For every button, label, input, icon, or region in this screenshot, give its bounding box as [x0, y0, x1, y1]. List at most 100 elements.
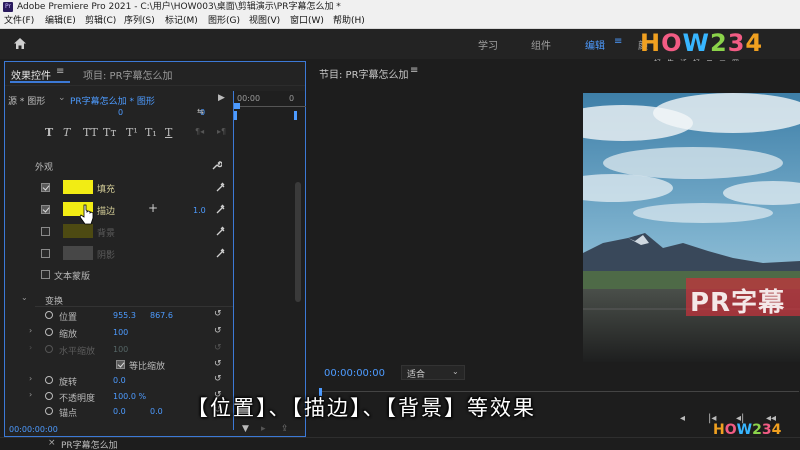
anchor-label: 锚点: [59, 409, 78, 419]
clip-label[interactable]: PR字幕怎么加 * 图形: [70, 94, 155, 107]
underline-button[interactable]: T: [165, 126, 172, 139]
chevron-down-icon[interactable]: ⌄: [21, 293, 28, 302]
background-color-swatch[interactable]: [63, 224, 93, 238]
eyedropper-icon[interactable]: [216, 248, 225, 258]
stopwatch-icon[interactable]: [45, 311, 53, 319]
fit-dropdown-value: 适合: [407, 370, 426, 380]
program-monitor-title[interactable]: 节目: PR字幕怎么加: [319, 66, 409, 81]
menu-view[interactable]: 视图(V): [249, 14, 280, 29]
window-title: Adobe Premiere Pro 2021 - C:\用户\HOW003\桌…: [17, 2, 341, 12]
video-frame[interactable]: PR字幕: [583, 93, 800, 362]
menu-marker[interactable]: 标记(M): [165, 14, 198, 29]
stopwatch-icon: [45, 345, 53, 353]
eyedropper-icon[interactable]: [216, 204, 225, 214]
position-x-value[interactable]: 955.3: [113, 311, 136, 320]
sequence-tab[interactable]: PR字幕怎么加: [61, 438, 118, 450]
title-bar: Pr Adobe Premiere Pro 2021 - C:\用户\HOW00…: [0, 0, 800, 14]
workspace-menu-icon[interactable]: ≡: [614, 36, 622, 47]
chevron-right-icon[interactable]: ›: [29, 374, 32, 383]
tab-menu-icon[interactable]: ≡: [56, 66, 64, 77]
stroke-width-value[interactable]: 1.0: [193, 206, 206, 215]
position-y-value[interactable]: 867.6: [150, 311, 173, 320]
top-value-1[interactable]: 0: [118, 108, 123, 117]
appearance-label: 外观: [35, 163, 54, 173]
scrollbar[interactable]: [295, 182, 301, 302]
wrench-icon[interactable]: [211, 160, 222, 171]
position-label: 位置: [59, 313, 78, 323]
scale-width-value: 100: [113, 345, 129, 354]
stopwatch-icon[interactable]: [45, 407, 53, 415]
shadow-color-swatch[interactable]: [63, 246, 93, 260]
stroke-checkbox[interactable]: [41, 205, 50, 214]
faux-bold-button[interactable]: T: [45, 126, 53, 139]
video-subtitle: 【位置】、【描边】、【背景】等效果: [187, 396, 536, 420]
anchor-y-value[interactable]: 0.0: [150, 407, 163, 416]
scale-value[interactable]: 100: [113, 328, 128, 337]
filter-icon[interactable]: ▼: [242, 424, 249, 434]
subscript-button[interactable]: T₁: [145, 126, 157, 139]
menu-help[interactable]: 帮助(H): [333, 14, 365, 29]
panel-menu-icon[interactable]: ≡: [410, 65, 418, 76]
reset-icon[interactable]: ↺: [214, 327, 223, 336]
eyedropper-icon[interactable]: [216, 182, 225, 192]
menu-window[interactable]: 窗口(W): [290, 14, 324, 29]
uniform-scale-checkbox[interactable]: [116, 360, 125, 369]
title-caption[interactable]: PR字幕: [686, 278, 800, 318]
playhead[interactable]: [234, 103, 240, 109]
stroke-label: 描边: [97, 207, 116, 217]
add-stroke-icon[interactable]: +: [148, 201, 158, 215]
fit-dropdown[interactable]: 适合 ⌄: [401, 365, 465, 380]
chevron-right-icon[interactable]: ›: [29, 390, 32, 399]
close-icon[interactable]: ×: [48, 438, 56, 448]
eyedropper-icon[interactable]: [216, 226, 225, 236]
source-row: 源 * 图形 ⌄ PR字幕怎么加 * 图形 ▶: [5, 92, 233, 107]
export-icon[interactable]: ⇪: [281, 424, 289, 434]
tab-project[interactable]: 项目: PR字幕怎么加: [83, 67, 173, 82]
menu-sequence[interactable]: 序列(S): [124, 14, 155, 29]
fill-checkbox[interactable]: [41, 183, 50, 192]
brand-name: HOW234: [640, 29, 764, 57]
faux-italic-button[interactable]: T: [63, 126, 70, 139]
menu-clip[interactable]: 剪辑(C): [85, 14, 116, 29]
marker-icon[interactable]: ◂: [680, 413, 685, 424]
shadow-checkbox[interactable]: [41, 249, 50, 258]
menu-file[interactable]: 文件(F): [4, 14, 34, 29]
premiere-logo-icon: Pr: [3, 2, 13, 12]
background-checkbox[interactable]: [41, 227, 50, 236]
fill-color-swatch[interactable]: [63, 180, 93, 194]
stopwatch-icon[interactable]: [45, 328, 53, 336]
reset-icon[interactable]: ↺: [214, 310, 223, 319]
workspace-assembly[interactable]: 组件: [531, 37, 551, 52]
reset-icon[interactable]: ↺: [214, 360, 223, 369]
rotation-value[interactable]: 0.0: [113, 376, 126, 385]
stopwatch-icon[interactable]: [45, 392, 53, 400]
fill-label: 填充: [97, 185, 116, 195]
source-label[interactable]: 源 * 图形: [8, 94, 45, 107]
small-caps-button[interactable]: Tт: [103, 126, 116, 139]
scale-label: 缩放: [59, 330, 78, 340]
superscript-button[interactable]: T¹: [126, 126, 138, 139]
shadow-label: 阴影: [97, 251, 116, 261]
effect-controls-timecode[interactable]: 00:00:00:00: [9, 425, 58, 434]
chevron-right-icon[interactable]: ›: [29, 326, 32, 335]
program-timecode[interactable]: 00:00:00:00: [324, 368, 385, 379]
home-icon[interactable]: [13, 37, 27, 50]
menu-graphics[interactable]: 图形(G): [208, 14, 240, 29]
clip-start-marker: [234, 111, 237, 120]
workspace-learn[interactable]: 学习: [478, 37, 498, 52]
anchor-x-value[interactable]: 0.0: [113, 407, 126, 416]
play-icon[interactable]: ▶: [218, 93, 225, 103]
chevron-down-icon[interactable]: ⌄: [58, 93, 66, 103]
stopwatch-icon[interactable]: [45, 376, 53, 384]
tab-effect-controls[interactable]: 效果控件: [11, 67, 51, 82]
background-label: 背景: [97, 229, 116, 239]
all-caps-button[interactable]: TT: [83, 126, 98, 139]
opacity-value[interactable]: 100.0 %: [113, 392, 146, 401]
landscape-image: [583, 93, 800, 362]
menu-edit[interactable]: 编辑(E): [45, 14, 76, 29]
text-mask-checkbox[interactable]: [41, 270, 50, 279]
workspace-editing[interactable]: 编辑: [585, 37, 605, 52]
timeline-ruler: [234, 106, 306, 107]
reset-icon[interactable]: ↺: [214, 375, 223, 384]
paragraph-direction-rtl-icon: ▸¶: [217, 127, 227, 136]
